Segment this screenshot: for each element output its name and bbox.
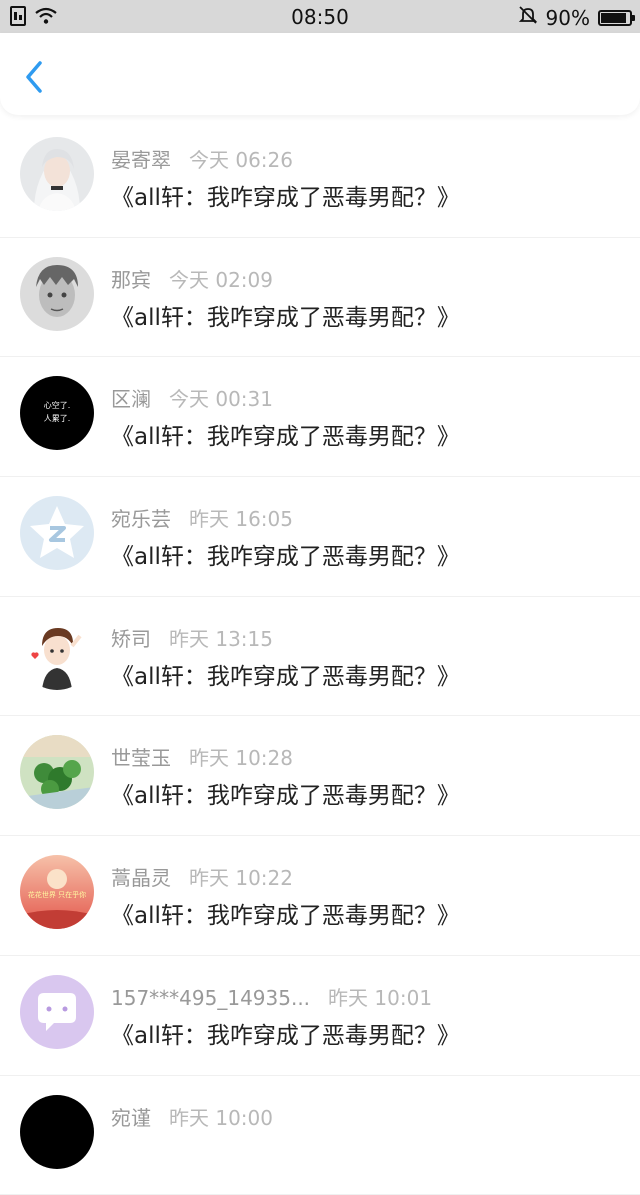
comment-time: 今天 00:31 [169,383,273,412]
avatar[interactable] [20,735,94,809]
comment-meta: 蒿晶灵 昨天 10:22 [111,862,293,891]
avatar-text-line-2: 人累了. [44,414,71,423]
comment-text: 《all轩：我咋穿成了恶毒男配？》 [111,776,460,810]
comment-meta: 那宾 今天 02:09 [111,264,273,293]
comment-meta: 矫司 昨天 13:15 [111,623,273,652]
nav-bar [0,33,640,115]
user-name[interactable]: 那宾 [111,264,151,293]
avatar[interactable] [20,616,94,690]
comment-meta: 区澜 今天 00:31 [111,383,273,412]
comment-item[interactable]: 矫司 昨天 13:15 《all轩：我咋穿成了恶毒男配？》 [0,597,640,717]
back-button[interactable] [18,57,52,97]
avatar-text-line-1: 花花世界 只在乎你 [28,890,86,899]
comment-item[interactable]: 宛谨 昨天 10:00 [0,1076,640,1195]
avatar[interactable]: 心空了. 人累了. [20,376,94,450]
user-name[interactable]: 宛谨 [111,1102,151,1131]
comment-time: 昨天 10:01 [328,982,432,1011]
comment-text: 《all轩：我咋穿成了恶毒男配？》 [111,1016,460,1050]
comment-text: 《all轩：我咋穿成了恶毒男配？》 [111,657,460,691]
comment-time: 昨天 10:00 [169,1102,273,1131]
comment-meta: 世莹玉 昨天 10:28 [111,742,293,771]
avatar[interactable] [20,975,94,1049]
comment-list: 晏寄翠 今天 06:26 《all轩：我咋穿成了恶毒男配？》 那宾 今天 02:… [0,118,640,1195]
avatar[interactable] [20,1095,94,1169]
comment-time: 今天 02:09 [169,264,273,293]
user-name[interactable]: 157***495_14935... [111,986,310,1010]
comment-text: 《all轩：我咋穿成了恶毒男配？》 [111,896,460,930]
comment-time: 昨天 10:22 [189,862,293,891]
user-name[interactable]: 宛乐芸 [111,503,171,532]
battery-level [601,13,626,23]
user-name[interactable]: 世莹玉 [111,742,171,771]
user-name[interactable]: 晏寄翠 [111,144,171,173]
comment-time: 昨天 10:28 [189,742,293,771]
status-right: 90% [518,5,632,30]
comment-item[interactable]: 157***495_14935... 昨天 10:01 《all轩：我咋穿成了恶… [0,956,640,1076]
comment-text: 《all轩：我咋穿成了恶毒男配？》 [111,537,460,571]
comment-time: 今天 06:26 [189,144,293,173]
comment-item[interactable]: 心空了. 人累了. 区澜 今天 00:31 《all轩：我咋穿成了恶毒男配？》 [0,357,640,477]
comment-text: 《all轩：我咋穿成了恶毒男配？》 [111,417,460,451]
comment-time: 昨天 16:05 [189,503,293,532]
comment-text: 《all轩：我咋穿成了恶毒男配？》 [111,178,460,212]
user-name[interactable]: 矫司 [111,623,151,652]
comment-item[interactable]: 世莹玉 昨天 10:28 《all轩：我咋穿成了恶毒男配？》 [0,716,640,836]
avatar-text-line-1: 心空了. [44,400,71,410]
comment-item[interactable]: 宛乐芸 昨天 16:05 《all轩：我咋穿成了恶毒男配？》 [0,477,640,597]
comment-item[interactable]: 晏寄翠 今天 06:26 《all轩：我咋穿成了恶毒男配？》 [0,118,640,238]
avatar[interactable]: 花花世界 只在乎你 [20,855,94,929]
avatar[interactable] [20,257,94,331]
avatar[interactable] [20,137,94,211]
comment-meta: 宛乐芸 昨天 16:05 [111,503,293,532]
avatar[interactable] [20,496,94,570]
comment-time: 昨天 13:15 [169,623,273,652]
bell-off-icon [518,5,538,30]
comment-meta: 157***495_14935... 昨天 10:01 [111,982,432,1011]
battery-icon [598,10,632,26]
comment-meta: 晏寄翠 今天 06:26 [111,144,293,173]
chevron-left-icon [18,57,52,97]
comment-meta: 宛谨 昨天 10:00 [111,1102,273,1131]
user-name[interactable]: 蒿晶灵 [111,862,171,891]
comment-item[interactable]: 那宾 今天 02:09 《all轩：我咋穿成了恶毒男配？》 [0,238,640,358]
battery-percent: 90% [546,6,590,30]
user-name[interactable]: 区澜 [111,383,151,412]
comment-text: 《all轩：我咋穿成了恶毒男配？》 [111,298,460,332]
status-bar: 08:50 90% [0,0,640,33]
comment-item[interactable]: 花花世界 只在乎你 蒿晶灵 昨天 10:22 《all轩：我咋穿成了恶毒男配？》 [0,836,640,956]
